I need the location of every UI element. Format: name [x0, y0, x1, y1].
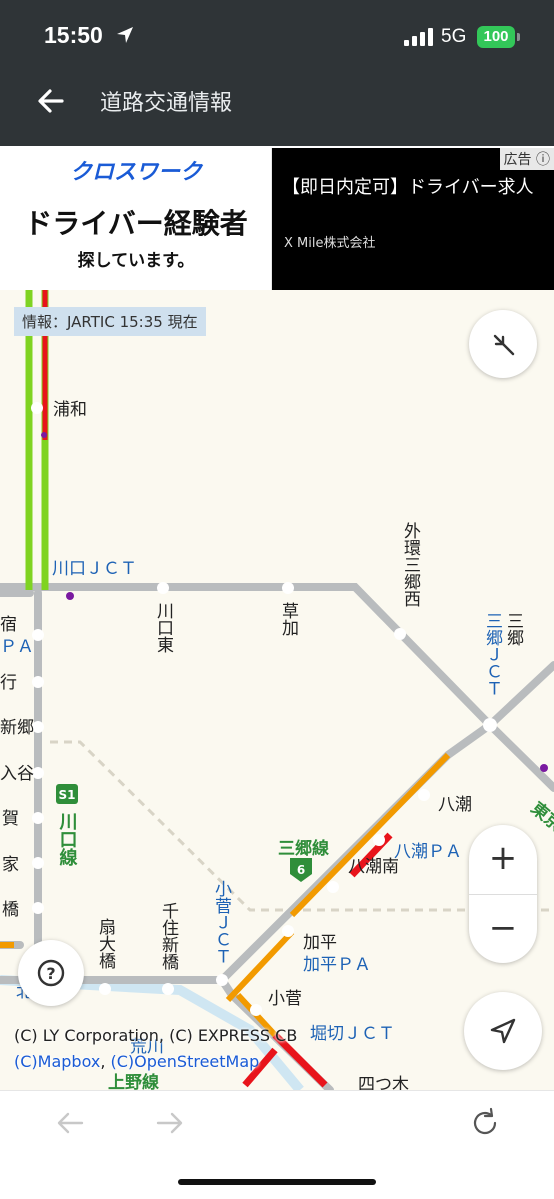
info-icon: ⓘ — [536, 152, 550, 168]
reload-icon[interactable] — [465, 1103, 505, 1143]
label-gaikan-misato-nishi: 外環三郷西 — [400, 522, 421, 607]
label-kosuge-jct: 小菅ＪＣＴ — [211, 880, 232, 965]
node — [31, 402, 43, 414]
label-pa-left: ＰＡ — [0, 637, 34, 657]
label-kosuge: 小菅 — [268, 989, 302, 1009]
battery-icon: 100 — [477, 26, 515, 48]
osm-link[interactable]: (C)OpenStreetMap — [111, 1052, 260, 1071]
route-s1-label: S1 — [59, 788, 76, 802]
label-yashio-pa: 八潮ＰＡ — [394, 842, 462, 862]
label-kahei: 加平 — [303, 933, 337, 953]
label-yashio: 八潮 — [438, 795, 472, 815]
label-souka: 草加 — [278, 602, 299, 636]
status-bar: 15:50 5G 100 — [0, 0, 554, 70]
ad-subline: 探しています。 — [77, 251, 195, 271]
node — [216, 974, 228, 986]
node — [32, 857, 44, 869]
signal-icon — [404, 28, 434, 50]
current-location-button[interactable] — [464, 992, 542, 1070]
label-ueno-line: 上野線 — [108, 1072, 159, 1090]
node — [282, 582, 294, 594]
label-senju-shinbashi: 千住新橋 — [158, 902, 179, 971]
map-attribution-2: (C)Mapbox, (C)OpenStreetMap — [14, 1052, 260, 1071]
label-ka: 賀 — [2, 809, 19, 829]
collapse-map-button[interactable] — [469, 310, 537, 378]
ad-tag[interactable]: 広告 ⓘ — [499, 148, 554, 170]
collapse-icon — [493, 334, 515, 356]
app-header: 道路交通情報 — [0, 70, 554, 146]
label-yotsugi: 四つ木 — [358, 1075, 409, 1090]
home-indicator — [178, 1179, 376, 1185]
node — [418, 789, 430, 801]
zoom-in-button[interactable]: + — [469, 825, 537, 894]
zoom-controls: + − — [469, 825, 537, 963]
map-attribution-1: (C) LY Corporation, (C) EXPRESS CB — [14, 1026, 298, 1045]
incident-dot — [41, 432, 47, 438]
help-button[interactable]: ? — [18, 940, 84, 1006]
label-horikiri-jct: 堀切ＪＣＴ — [310, 1024, 395, 1044]
ad-banner[interactable]: クロスワーク ドライバー経験者 探しています。 【即日内定可】ドライバー求人 X… — [0, 148, 554, 290]
node — [250, 1004, 262, 1016]
navigation-arrow-icon — [490, 1018, 516, 1044]
browser-back-arrow-icon[interactable] — [52, 1103, 92, 1143]
zoom-out-button[interactable]: − — [469, 894, 537, 963]
network-type: 5G — [441, 26, 467, 47]
label-kawaguchi-jct: 川口ＪＣＴ — [52, 559, 137, 579]
ad-tag-label: 広告 — [503, 152, 532, 168]
info-timestamp: 情報：JARTIC 15:35 現在 — [14, 307, 206, 336]
node — [327, 881, 339, 893]
node — [483, 718, 497, 732]
label-iriya: 入谷 — [0, 764, 34, 784]
node — [32, 902, 44, 914]
label-kahei-pa: 加平ＰＡ — [303, 955, 371, 975]
node — [32, 812, 44, 824]
label-misato-jct: 三郷ＪＣＴ — [482, 612, 503, 697]
label-kawaguchi-higashi: 川口東 — [153, 602, 174, 653]
traffic-map[interactable]: S1 6 浦和 八潮 八潮南 加平 小菅 四つ木 宿 行 新郷 入谷 賀 家 橋… — [0, 290, 554, 1090]
ad-text-panel[interactable]: 【即日内定可】ドライバー求人 X Mile株式会社 広告 ⓘ — [272, 148, 554, 290]
label-gyo: 行 — [0, 673, 17, 693]
browser-forward-arrow-icon[interactable] — [148, 1103, 188, 1143]
label-urawa: 浦和 — [53, 400, 87, 420]
label-yashio-minami: 八潮南 — [348, 857, 399, 877]
route-6-label: 6 — [297, 863, 305, 877]
label-misato-line: 三郷線 — [278, 838, 329, 859]
node — [32, 676, 44, 688]
back-arrow-icon[interactable] — [34, 84, 68, 118]
label-kawaguchi-line: 川口線 — [57, 812, 79, 867]
label-ohashi: 扇大橋 — [95, 918, 116, 970]
location-arrow-icon — [116, 26, 134, 48]
mapbox-link[interactable]: (C)Mapbox — [14, 1052, 100, 1071]
ad-company: X Mile株式会社 — [284, 236, 376, 251]
node — [373, 834, 385, 846]
label-shingo: 新郷 — [0, 718, 34, 738]
ad-image[interactable]: クロスワーク ドライバー経験者 探しています。 — [0, 148, 272, 290]
node — [394, 628, 406, 640]
ad-title: 【即日内定可】ドライバー求人 — [282, 177, 534, 198]
incident-dot — [66, 592, 74, 600]
node — [162, 983, 174, 995]
label-hashi: 橋 — [2, 900, 19, 920]
help-icon: ? — [37, 959, 65, 987]
congestion-red-2 — [289, 752, 451, 918]
page-title: 道路交通情報 — [100, 91, 233, 116]
ad-brand: クロスワーク — [69, 160, 202, 185]
browser-bottom-bar — [0, 1090, 554, 1199]
incident-dot — [540, 764, 548, 772]
node — [282, 925, 294, 937]
ad-headline: ドライバー経験者 — [24, 207, 248, 240]
label-juku: 宿 — [0, 615, 17, 635]
label-misato: 三郷 — [503, 612, 524, 646]
label-ka2: 家 — [2, 855, 19, 875]
status-time: 15:50 — [44, 22, 103, 48]
node — [157, 582, 169, 594]
node — [99, 983, 111, 995]
battery-tip — [517, 33, 520, 41]
svg-text:?: ? — [46, 964, 55, 983]
